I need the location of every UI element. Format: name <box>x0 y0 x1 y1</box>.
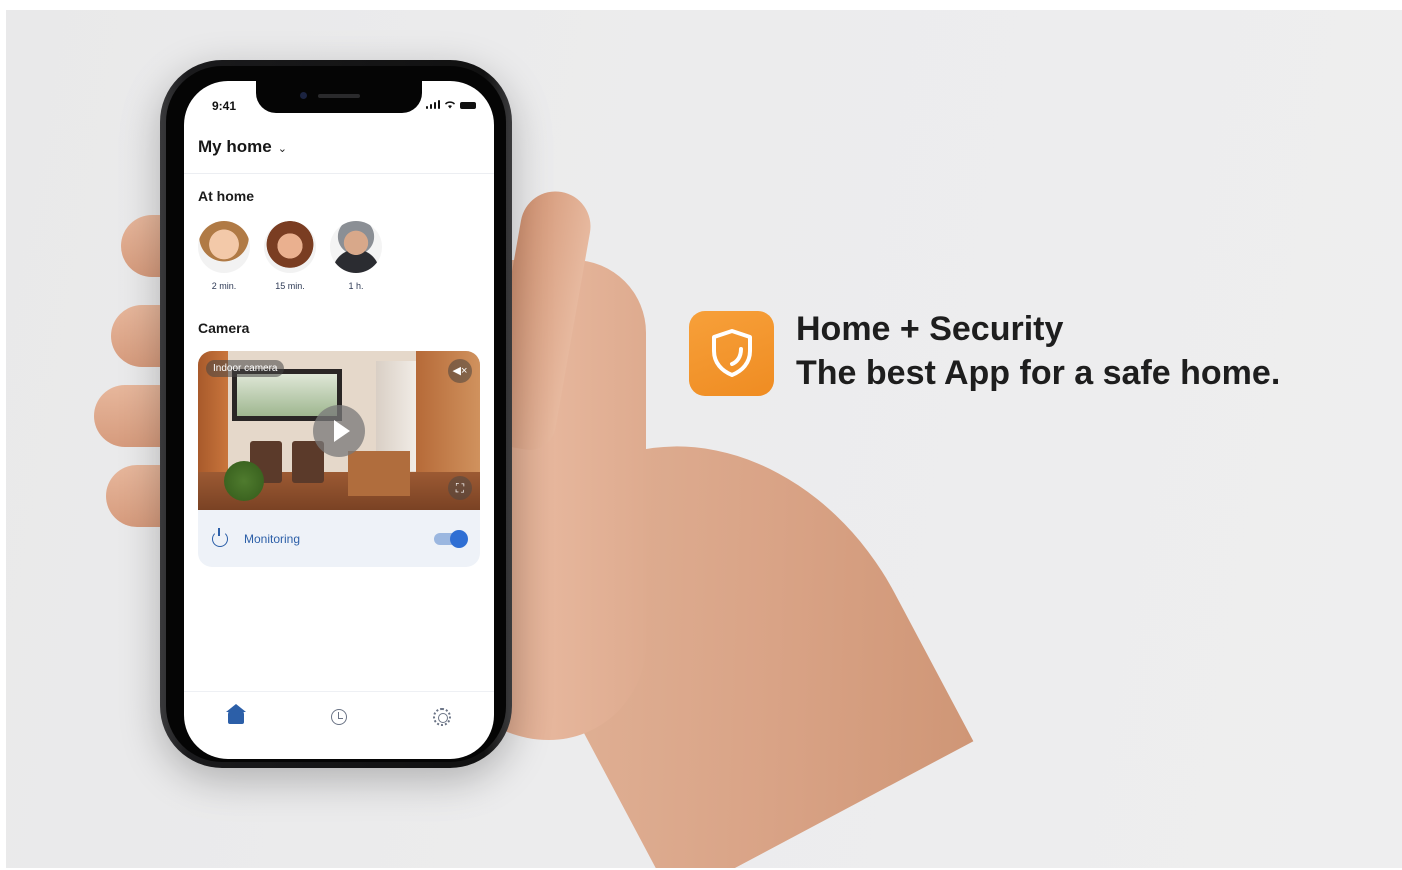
battery-icon <box>460 102 476 109</box>
section-title-camera: Camera <box>198 320 250 336</box>
person-time: 2 min. <box>211 281 237 291</box>
person-item[interactable]: 15 min. <box>264 221 316 291</box>
monitoring-toggle[interactable] <box>434 529 468 548</box>
avatar <box>330 221 382 273</box>
camera-card: Indoor camera ◀× ⛶ Monitoring <box>198 351 480 567</box>
promo-headline: Home + Security <box>796 310 1064 348</box>
monitoring-row: Monitoring <box>198 510 480 567</box>
tab-bar <box>184 691 494 759</box>
wifi-icon <box>445 101 455 109</box>
play-button[interactable] <box>313 405 365 457</box>
status-icons <box>425 100 476 109</box>
section-title-at-home: At home <box>198 188 254 204</box>
history-icon <box>330 709 347 725</box>
person-item[interactable]: 1 h. <box>330 221 382 291</box>
person-time: 1 h. <box>348 281 364 291</box>
divider <box>184 173 494 174</box>
chevron-down-icon: ⌄ <box>277 143 287 155</box>
camera-feed[interactable]: Indoor camera ◀× ⛶ <box>198 351 480 510</box>
promo-tagline: The best App for a safe home. <box>796 354 1281 392</box>
tab-home[interactable] <box>224 704 248 729</box>
monitoring-label: Monitoring <box>244 531 301 546</box>
avatar <box>264 221 316 273</box>
power-icon <box>212 527 228 547</box>
camera-label: Indoor camera <box>206 360 285 377</box>
home-icon <box>225 704 246 724</box>
tab-settings[interactable] <box>430 705 454 729</box>
app-logo <box>689 311 774 396</box>
mute-icon[interactable]: ◀× <box>448 359 472 383</box>
status-time: 9:41 <box>212 99 237 113</box>
person-time: 15 min. <box>275 281 305 291</box>
page-title: My home <box>198 137 272 156</box>
home-selector[interactable]: My home ⌄ <box>198 137 287 157</box>
tab-history[interactable] <box>327 705 351 729</box>
notch <box>256 81 422 113</box>
signal-icon <box>425 100 440 109</box>
fullscreen-icon[interactable]: ⛶ <box>448 476 472 500</box>
shield-icon <box>712 329 752 377</box>
phone-screen: 9:41 My home ⌄ At home 2 min. 15 min. 1 … <box>184 81 494 759</box>
avatar <box>198 221 250 273</box>
people-list: 2 min. 15 min. 1 h. <box>198 221 382 291</box>
person-item[interactable]: 2 min. <box>198 221 250 291</box>
gear-icon <box>433 708 452 726</box>
